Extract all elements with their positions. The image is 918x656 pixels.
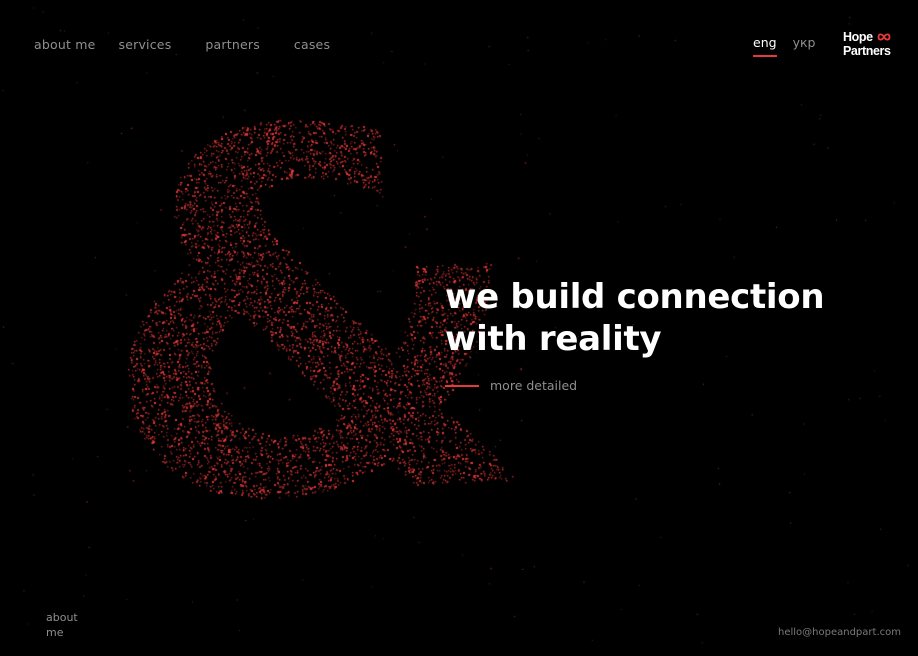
footer-section-label: about me xyxy=(46,611,78,639)
page: about me services partners cases eng укр… xyxy=(0,0,918,656)
lang-eng[interactable]: eng xyxy=(753,35,777,57)
top-nav: about me services partners cases xyxy=(34,37,330,52)
hero-line-2: with reality xyxy=(445,319,662,359)
hero-headline: we build connection with reality xyxy=(445,276,885,360)
logo[interactable]: Hope Partners xyxy=(843,30,895,60)
infinity-icon xyxy=(877,33,891,41)
nav-cases[interactable]: cases xyxy=(294,37,330,52)
accent-dash xyxy=(445,384,479,387)
hero-line-1: we build connection xyxy=(445,277,825,317)
more-detailed-link[interactable]: more detailed xyxy=(445,378,577,393)
nav-about-me[interactable]: about me xyxy=(34,37,96,52)
nav-services[interactable]: services xyxy=(119,37,172,52)
nav-partners[interactable]: partners xyxy=(205,37,260,52)
footer-email-link[interactable]: hello@hopeandpart.com xyxy=(778,627,901,638)
more-detailed-label: more detailed xyxy=(490,378,578,393)
language-switcher: eng укр xyxy=(753,35,816,57)
lang-ukr[interactable]: укр xyxy=(793,35,816,50)
logo-line-2: Partners xyxy=(843,44,891,58)
